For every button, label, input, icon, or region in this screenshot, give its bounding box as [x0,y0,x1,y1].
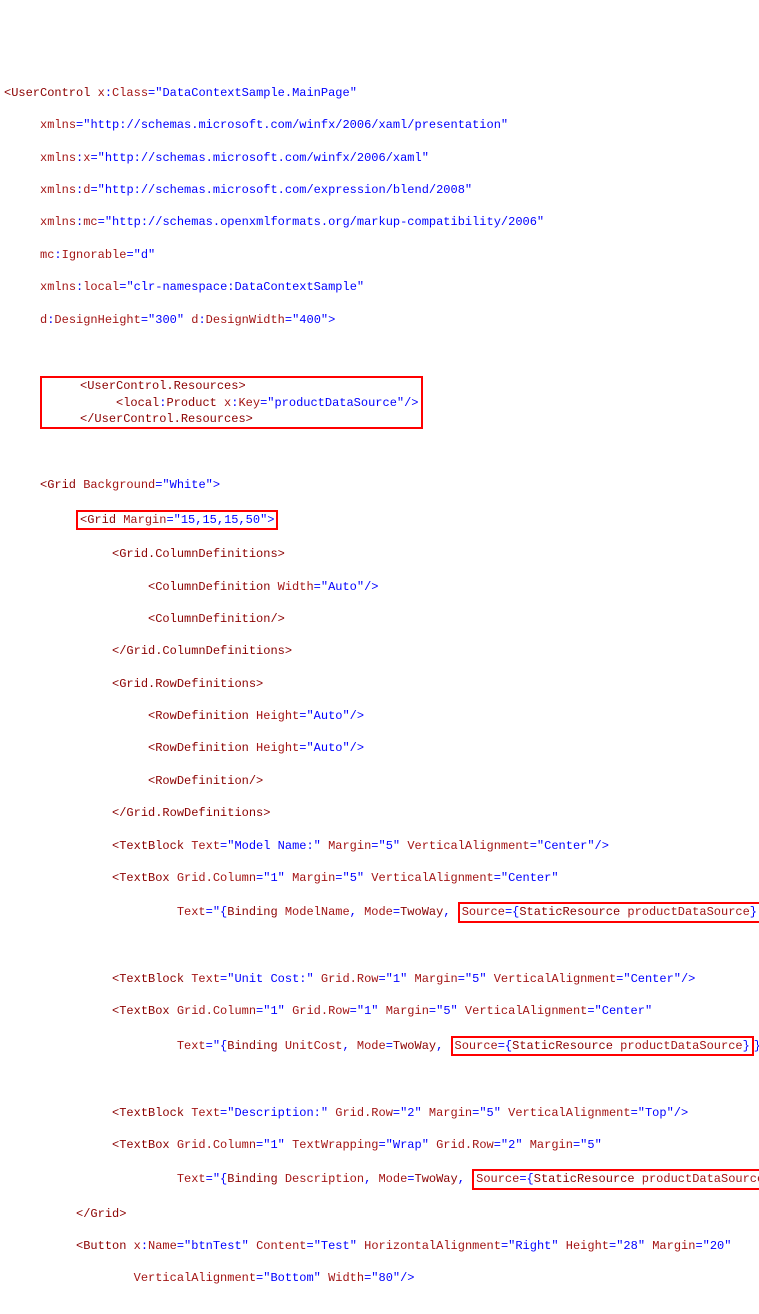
highlight-box-source-1: Source={StaticResource productDataSource… [458,902,759,922]
code-line: xmlns="http://schemas.microsoft.com/winf… [4,117,755,133]
code-block: <UserControl x:Class="DataContextSample.… [4,69,755,1314]
highlight-box-resources: <UserControl.Resources> <local:Product x… [40,376,422,429]
code-line: <Grid.RowDefinitions> [4,676,755,692]
code-line: <TextBox Grid.Column="1" TextWrapping="W… [4,1137,755,1153]
code-line: Text="{Binding UnitCost, Mode=TwoWay, So… [4,1036,755,1056]
code-line: <RowDefinition/> [4,773,755,789]
code-line: Text="{Binding ModelName, Mode=TwoWay, S… [4,902,755,922]
code-line: <ColumnDefinition Width="Auto"/> [4,579,755,595]
code-line: xmlns:d="http://schemas.microsoft.com/ex… [4,182,755,198]
code-line: </Grid> [4,1206,755,1222]
highlight-box-source-2: Source={StaticResource productDataSource… [451,1036,754,1056]
highlight-box-grid-margin: <Grid Margin="15,15,15,50"> [76,510,278,530]
code-line: <UserControl x:Class="DataContextSample.… [4,85,755,101]
code-line: xmlns:x="http://schemas.microsoft.com/wi… [4,150,755,166]
code-line: <ColumnDefinition/> [4,611,755,627]
code-line: Text="{Binding Description, Mode=TwoWay,… [4,1169,755,1189]
code-line: VerticalAlignment="Bottom" Width="80"/> [4,1270,755,1286]
code-line: <TextBlock Text="Description:" Grid.Row=… [4,1105,755,1121]
code-line: <Grid Background="White"> [4,477,755,493]
code-line: <TextBlock Text="Unit Cost:" Grid.Row="1… [4,971,755,987]
code-line: d:DesignHeight="300" d:DesignWidth="400"… [4,312,755,328]
code-line: <Grid Margin="15,15,15,50"> [4,510,755,530]
code-line: mc:Ignorable="d" [4,247,755,263]
code-line: </Grid.RowDefinitions> [4,805,755,821]
code-line: <Button x:Name="btnTest" Content="Test" … [4,1238,755,1254]
code-line: xmlns:local="clr-namespace:DataContextSa… [4,279,755,295]
code-line: <RowDefinition Height="Auto"/> [4,708,755,724]
resources-block-open: <UserControl.Resources> <local:Product x… [4,376,755,429]
code-line: <RowDefinition Height="Auto"/> [4,740,755,756]
code-line: <TextBlock Text="Model Name:" Margin="5"… [4,838,755,854]
code-line: </Grid.ColumnDefinitions> [4,643,755,659]
code-line: xmlns:mc="http://schemas.openxmlformats.… [4,214,755,230]
highlight-box-source-3: Source={StaticResource productDataSource… [472,1169,759,1189]
code-line: <Grid.ColumnDefinitions> [4,546,755,562]
code-line: <TextBox Grid.Column="1" Margin="5" Vert… [4,870,755,886]
code-line: <TextBox Grid.Column="1" Grid.Row="1" Ma… [4,1003,755,1019]
